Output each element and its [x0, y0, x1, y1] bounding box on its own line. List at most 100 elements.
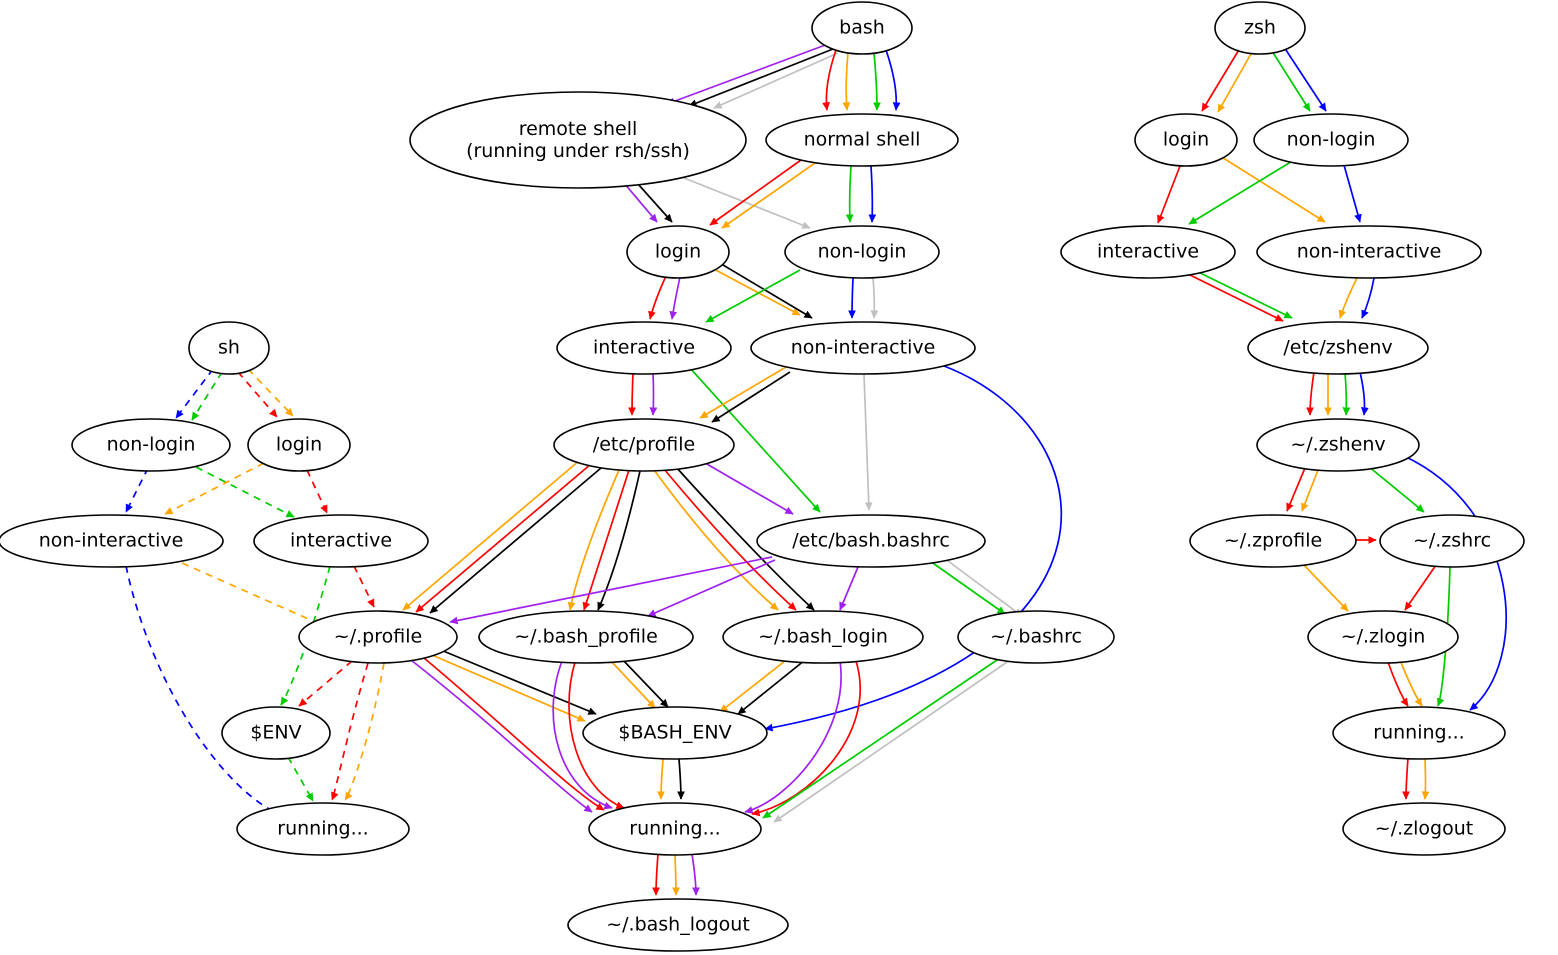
node-b_login[interactable]: login: [626, 225, 730, 279]
node-s_nonlogin[interactable]: non-login: [71, 418, 231, 472]
edge-h_profile-to-bash_env: [431, 654, 586, 722]
edge-z_noninteractive-to-etc_zshenv: [1338, 277, 1358, 319]
nodes-layer: bash remote shell (running under rsh/ssh) n…: [0, 1, 1525, 952]
edge-etc_zshenv-to-h_zshenv: [1342, 372, 1351, 416]
node-b_interactive[interactable]: interactive: [556, 321, 732, 375]
edge-h_bash_profile-to-bash_env: [620, 657, 669, 708]
node-s_env[interactable]: $ENV: [221, 706, 331, 760]
node-h_zshrc[interactable]: ~/.zshrc: [1379, 514, 1525, 568]
edges-layer: [125, 43, 1507, 896]
edge-b_interactive-to-etc_profile: [649, 372, 658, 416]
edge-b_remote-to-b_login: [637, 183, 673, 223]
edge-z_login-to-z_interactive: [1157, 165, 1181, 224]
edge-bash_env-to-b_running: [657, 758, 665, 800]
edge-zsh-to-z_login: [1217, 51, 1253, 113]
node-z_login[interactable]: login: [1134, 113, 1238, 167]
node-label-z_running: running...: [1373, 722, 1464, 744]
node-label-z_nonlogin: non-login: [1287, 129, 1376, 151]
edge-h_bashrc-to-b_running: [773, 659, 1011, 823]
shell-startup-flowchart: bash remote shell (running under rsh/ssh) n…: [0, 0, 1558, 955]
edge-z_login-to-z_noninteractive: [1219, 155, 1326, 223]
node-sh[interactable]: sh: [188, 321, 270, 375]
edge-s_nonlogin-to-s_interactive: [195, 466, 295, 518]
node-s_running[interactable]: running...: [236, 802, 410, 856]
node-bash[interactable]: bash: [811, 1, 913, 55]
node-b_normal[interactable]: normal shell: [765, 113, 959, 167]
node-bash_logout[interactable]: ~/.bash_logout: [567, 898, 789, 952]
edge-etc_profile-to-etc_bashbashrc: [699, 459, 794, 515]
node-h_zlogin[interactable]: ~/.zlogin: [1307, 610, 1459, 664]
node-label-bash_logout: ~/.bash_logout: [606, 914, 750, 936]
edge-z_running-to-h_zlogout: [1402, 757, 1410, 800]
node-label-b_running: running...: [629, 818, 720, 840]
node-label-z_noninteractive: non-interactive: [1297, 241, 1442, 263]
node-label-b_noninteractive: non-interactive: [791, 337, 936, 359]
edge-s_login-to-s_interactive: [306, 469, 328, 514]
node-z_interactive[interactable]: interactive: [1060, 225, 1236, 279]
node-h_profile[interactable]: ~/.profile: [298, 610, 458, 664]
edge-bash-to-b_remote: [713, 52, 839, 109]
node-b_running[interactable]: running...: [588, 802, 762, 856]
edge-b_login-to-b_interactive: [669, 276, 681, 320]
edge-b_remote-to-b_login: [623, 182, 658, 223]
node-label-etc_profile: /etc/profile: [593, 434, 695, 456]
diagram-canvas: bash remote shell (running under rsh/ssh) n…: [0, 1, 1525, 952]
edge-h_bash_profile-to-bash_env: [609, 659, 656, 709]
edge-s_interactive-to-h_profile: [353, 565, 375, 608]
node-b_noninteractive[interactable]: non-interactive: [750, 321, 976, 375]
node-z_noninteractive[interactable]: non-interactive: [1256, 225, 1482, 279]
edge-s_login-to-s_noninteractive: [164, 462, 265, 515]
node-h_bashrc[interactable]: ~/.bashrc: [957, 610, 1115, 664]
edge-etc_zshenv-to-h_zshenv: [1306, 371, 1315, 416]
node-label-h_bash_profile: ~/.bash_profile: [514, 626, 658, 648]
edge-s_env-to-s_running: [287, 756, 314, 802]
node-etc_bashbashrc[interactable]: /etc/bash.bashrc: [756, 514, 986, 568]
node-h_bash_login[interactable]: ~/.bash_login: [722, 610, 924, 664]
node-zsh[interactable]: zsh: [1214, 1, 1306, 55]
node-h_zprofile[interactable]: ~/.zprofile: [1189, 514, 1357, 568]
edge-bash-to-b_normal: [873, 52, 881, 111]
edge-h_zprofile-to-h_zlogin: [1302, 563, 1349, 612]
edge-h_bashrc-to-b_running: [762, 657, 1001, 819]
node-h_bash_profile[interactable]: ~/.bash_profile: [478, 610, 694, 664]
node-z_nonlogin[interactable]: non-login: [1253, 113, 1409, 167]
node-label-h_zshrc: ~/.zshrc: [1413, 530, 1491, 552]
node-z_running[interactable]: running...: [1332, 706, 1506, 760]
edge-b_remote-to-b_noninteractive: [683, 177, 811, 229]
edge-b_running-to-bash_logout: [672, 854, 680, 896]
node-label-sh: sh: [218, 337, 240, 359]
node-s_noninteractive[interactable]: non-interactive: [0, 514, 224, 568]
edge-b_normal-to-b_login: [721, 162, 816, 229]
edge-bash-to-b_remote: [666, 43, 829, 105]
edge-b_nonlogin-to-b_noninteractive: [870, 277, 879, 319]
edge-etc_bashbashrc-to-h_bashrc: [943, 557, 1023, 617]
node-label-s_login: login: [276, 434, 322, 456]
node-label-s_nonlogin: non-login: [107, 434, 196, 456]
edge-h_zshenv-to-h_zshrc: [1367, 465, 1425, 513]
edge-h_bash_login-to-b_running: [751, 657, 861, 817]
edge-h_profile-to-s_running: [344, 662, 385, 801]
node-bash_env[interactable]: $BASH_ENV: [582, 706, 768, 760]
edge-b_normal-to-b_nonlogin: [868, 165, 877, 223]
node-label-b_login: login: [655, 241, 701, 263]
edge-etc_bashbashrc-to-h_bash_login: [839, 566, 859, 611]
edge-z_interactive-to-etc_zshenv: [1189, 267, 1293, 319]
node-label-h_zlogin: ~/.zlogin: [1341, 626, 1426, 648]
node-label-b_nonlogin: non-login: [818, 241, 907, 263]
node-b_remote[interactable]: remote shell (running under rsh/ssh): [409, 91, 747, 189]
node-label-h_zprofile: ~/.zprofile: [1224, 530, 1322, 552]
node-label-b_interactive: interactive: [593, 337, 695, 359]
node-h_zshenv[interactable]: ~/.zshenv: [1256, 418, 1420, 472]
node-b_nonlogin[interactable]: non-login: [784, 225, 940, 279]
node-label-etc_bashbashrc: /etc/bash.bashrc: [792, 530, 950, 552]
edge-zsh-to-z_login: [1201, 47, 1241, 112]
edge-bash_env-to-b_running: [677, 758, 685, 800]
node-s_login[interactable]: login: [247, 418, 351, 472]
node-etc_zshenv[interactable]: /etc/zshenv: [1247, 321, 1429, 375]
edge-etc_profile-to-h_bash_profile: [597, 470, 641, 611]
node-h_zlogout[interactable]: ~/.zlogout: [1342, 802, 1506, 856]
node-s_interactive[interactable]: interactive: [253, 514, 429, 568]
node-label-h_profile: ~/.profile: [334, 626, 422, 648]
node-etc_profile[interactable]: /etc/profile: [553, 418, 735, 472]
edge-h_zshrc-to-h_zlogin: [1404, 564, 1437, 611]
